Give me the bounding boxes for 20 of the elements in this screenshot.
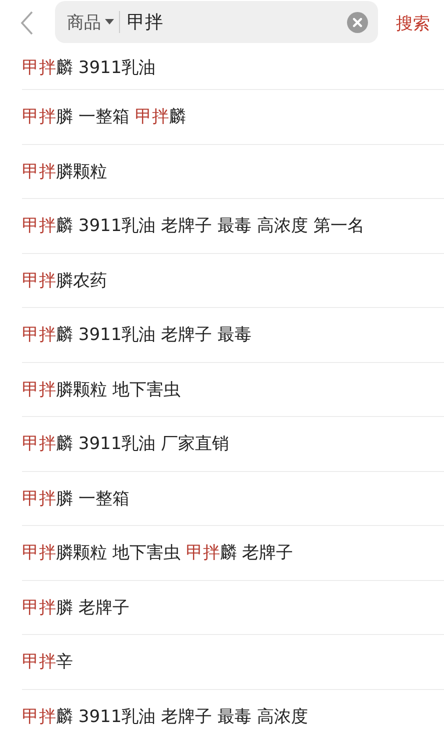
suggestion-item[interactable]: 甲拌辛 bbox=[22, 650, 73, 674]
suggestion-item[interactable]: 甲拌膦 老牌子 bbox=[22, 596, 130, 619]
clear-icon[interactable] bbox=[347, 12, 368, 32]
back-icon[interactable] bbox=[20, 10, 34, 36]
suggestion-item[interactable]: 甲拌膦 一整箱 bbox=[22, 486, 130, 510]
caret-icon bbox=[105, 19, 114, 25]
suggestion-item[interactable]: 甲拌麟 3911乳油 老牌子 最毒 bbox=[22, 323, 252, 346]
suggestion-item[interactable]: 甲拌麟 3911乳油 厂家直销 bbox=[22, 432, 230, 456]
suggestion-item[interactable]: 甲拌膦 一整箱 甲拌麟 bbox=[22, 105, 186, 128]
suggestion-item[interactable]: 甲拌膦农药 bbox=[22, 268, 107, 292]
suggestion-item[interactable]: 甲拌麟 3911乳油 老牌子 最毒 高浓度 bbox=[22, 705, 308, 728]
search-field[interactable]: 商品 甲拌 bbox=[55, 1, 378, 43]
suggestion-item[interactable]: 甲拌膦颗粒 地下害虫 bbox=[22, 378, 180, 401]
suggestion-item[interactable]: 甲拌膦颗粒 bbox=[22, 160, 107, 183]
suggestion-item[interactable]: 甲拌麟 3911乳油 bbox=[22, 56, 156, 79]
suggestion-item[interactable]: 甲拌麟 3911乳油 老牌子 最毒 高浓度 第一名 bbox=[22, 214, 364, 238]
suggestion-item[interactable]: 甲拌膦颗粒 地下害虫 甲拌麟 老牌子 bbox=[22, 541, 294, 564]
scope-dropdown[interactable]: 商品 bbox=[67, 10, 114, 34]
search-button[interactable]: 搜索 bbox=[396, 12, 430, 34]
search-input[interactable]: 甲拌 bbox=[127, 10, 347, 34]
